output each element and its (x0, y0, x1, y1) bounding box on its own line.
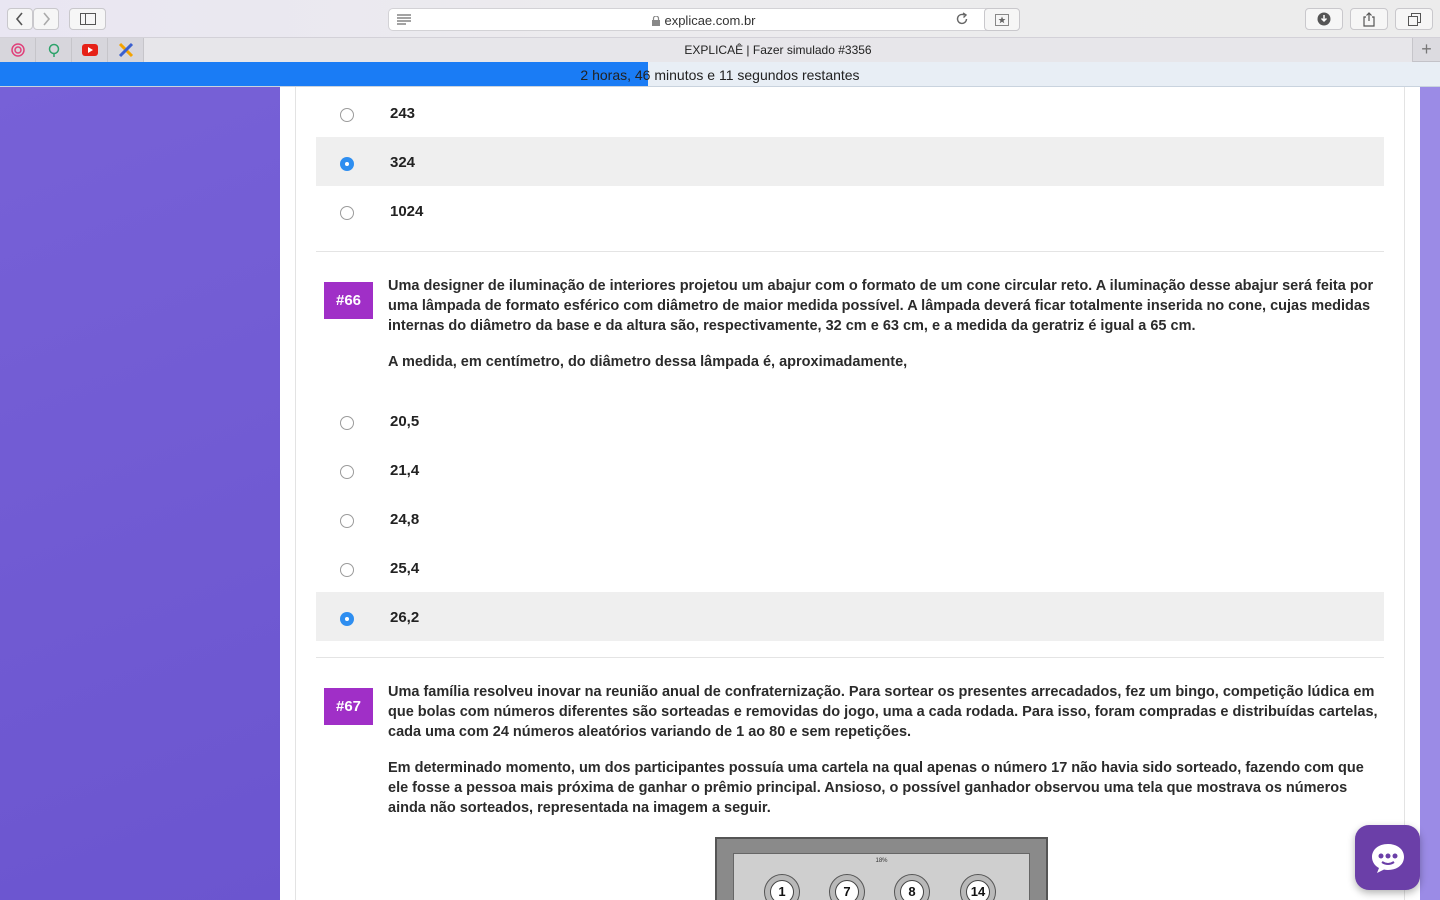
active-tab[interactable]: EXPLICAÊ | Fazer simulado #3356 (144, 38, 1412, 62)
option-label: 243 (390, 105, 416, 122)
question-number-badge: #66 (324, 282, 373, 319)
pinned-tab-2[interactable] (36, 38, 72, 62)
option-label: 324 (390, 154, 416, 171)
target-icon (10, 43, 25, 57)
bingo-ball: 7 (829, 874, 865, 900)
star-icon (995, 13, 1009, 26)
page-background-right (1420, 87, 1440, 900)
youtube-icon (81, 44, 98, 56)
browser-toolbar: explicae.com.br (0, 0, 1440, 38)
question-statement: Uma família resolveu inovar na reunião a… (388, 684, 1378, 740)
radio-button[interactable] (340, 416, 354, 430)
option-label: 26,2 (390, 609, 420, 626)
lock-icon (652, 16, 661, 26)
ball-number: 8 (900, 880, 924, 900)
radio-button[interactable] (340, 514, 354, 528)
ball-number: 14 (966, 880, 990, 900)
radio-button[interactable] (340, 108, 354, 122)
leaf-icon (48, 43, 59, 57)
option-label: 25,4 (390, 560, 420, 577)
pinned-tab-4[interactable] (108, 38, 144, 62)
radio-button[interactable] (340, 465, 354, 479)
bingo-ball: 14 (960, 874, 996, 900)
q66-option-e[interactable]: 26,2 (316, 592, 1384, 641)
tab-bar: EXPLICAÊ | Fazer simulado #3356 + (0, 38, 1440, 62)
download-icon (1317, 12, 1331, 26)
tabs-icon (1407, 12, 1421, 26)
back-button[interactable] (7, 8, 33, 30)
q66-option-c[interactable]: 24,8 (316, 494, 1384, 543)
question-prompt: A medida, em centímetro, do diâmetro des… (388, 354, 908, 370)
chevron-left-icon (15, 12, 23, 26)
option-label: 20,5 (390, 413, 420, 430)
q66-option-b[interactable]: 21,4 (316, 445, 1384, 494)
radio-button-selected[interactable] (340, 612, 354, 626)
ball-number: 7 (835, 880, 859, 900)
new-tab-button[interactable]: + (1412, 38, 1440, 62)
bingo-ball: 8 (894, 874, 930, 900)
bingo-ball: 1 (764, 874, 800, 900)
address-bar[interactable]: explicae.com.br (388, 8, 1020, 31)
pinned-tab-youtube[interactable] (72, 38, 108, 62)
option-label: 1024 (390, 203, 424, 220)
forward-button[interactable] (33, 8, 59, 30)
bingo-caption: 18% (875, 858, 888, 864)
bingo-screen: 18% 1 7 8 14 (733, 853, 1030, 900)
x-logo-icon (118, 42, 133, 58)
url-text: explicae.com.br (664, 13, 756, 28)
question-statement: Uma designer de iluminação de interiores… (388, 278, 1374, 334)
share-icon (1363, 11, 1375, 27)
sidebar-toggle-button[interactable] (69, 8, 106, 30)
radio-button-selected[interactable] (340, 157, 354, 171)
page-background-left (0, 87, 280, 900)
bookmark-button[interactable] (984, 8, 1020, 31)
prev-option-1[interactable]: 243 (316, 88, 1384, 137)
pinned-tab-1[interactable] (0, 38, 36, 62)
prev-option-3[interactable]: 1024 (316, 186, 1384, 235)
option-label: 21,4 (390, 462, 420, 479)
share-button[interactable] (1350, 8, 1388, 30)
reload-icon[interactable] (955, 12, 969, 26)
ball-number: 1 (770, 880, 794, 900)
radio-button[interactable] (340, 563, 354, 577)
timer-text: 2 horas, 46 minutos e 11 segundos restan… (580, 67, 860, 83)
chevron-right-icon (43, 12, 51, 26)
chat-bubble-icon (1371, 843, 1404, 873)
q66-option-d[interactable]: 25,4 (316, 543, 1384, 592)
question-number-badge: #67 (324, 688, 373, 725)
bingo-screen-image: 18% 1 7 8 14 (715, 837, 1048, 900)
option-label: 24,8 (390, 511, 420, 528)
prev-option-2[interactable]: 324 (316, 137, 1384, 186)
chat-support-button[interactable] (1355, 825, 1420, 890)
sidebar-icon (79, 13, 96, 25)
exam-content: 243 324 1024 #66 Uma designer de ilumina… (280, 87, 1420, 900)
tabs-overview-button[interactable] (1395, 8, 1433, 30)
downloads-button[interactable] (1305, 8, 1343, 30)
question-divider (316, 251, 1384, 252)
q66-option-a[interactable]: 20,5 (316, 396, 1384, 445)
question-divider (316, 657, 1384, 658)
question-paragraph: Em determinado momento, um dos participa… (388, 760, 1364, 816)
radio-button[interactable] (340, 206, 354, 220)
exam-timer-bar: 2 horas, 46 minutos e 11 segundos restan… (0, 62, 1440, 87)
url-display: explicae.com.br (389, 13, 1019, 28)
